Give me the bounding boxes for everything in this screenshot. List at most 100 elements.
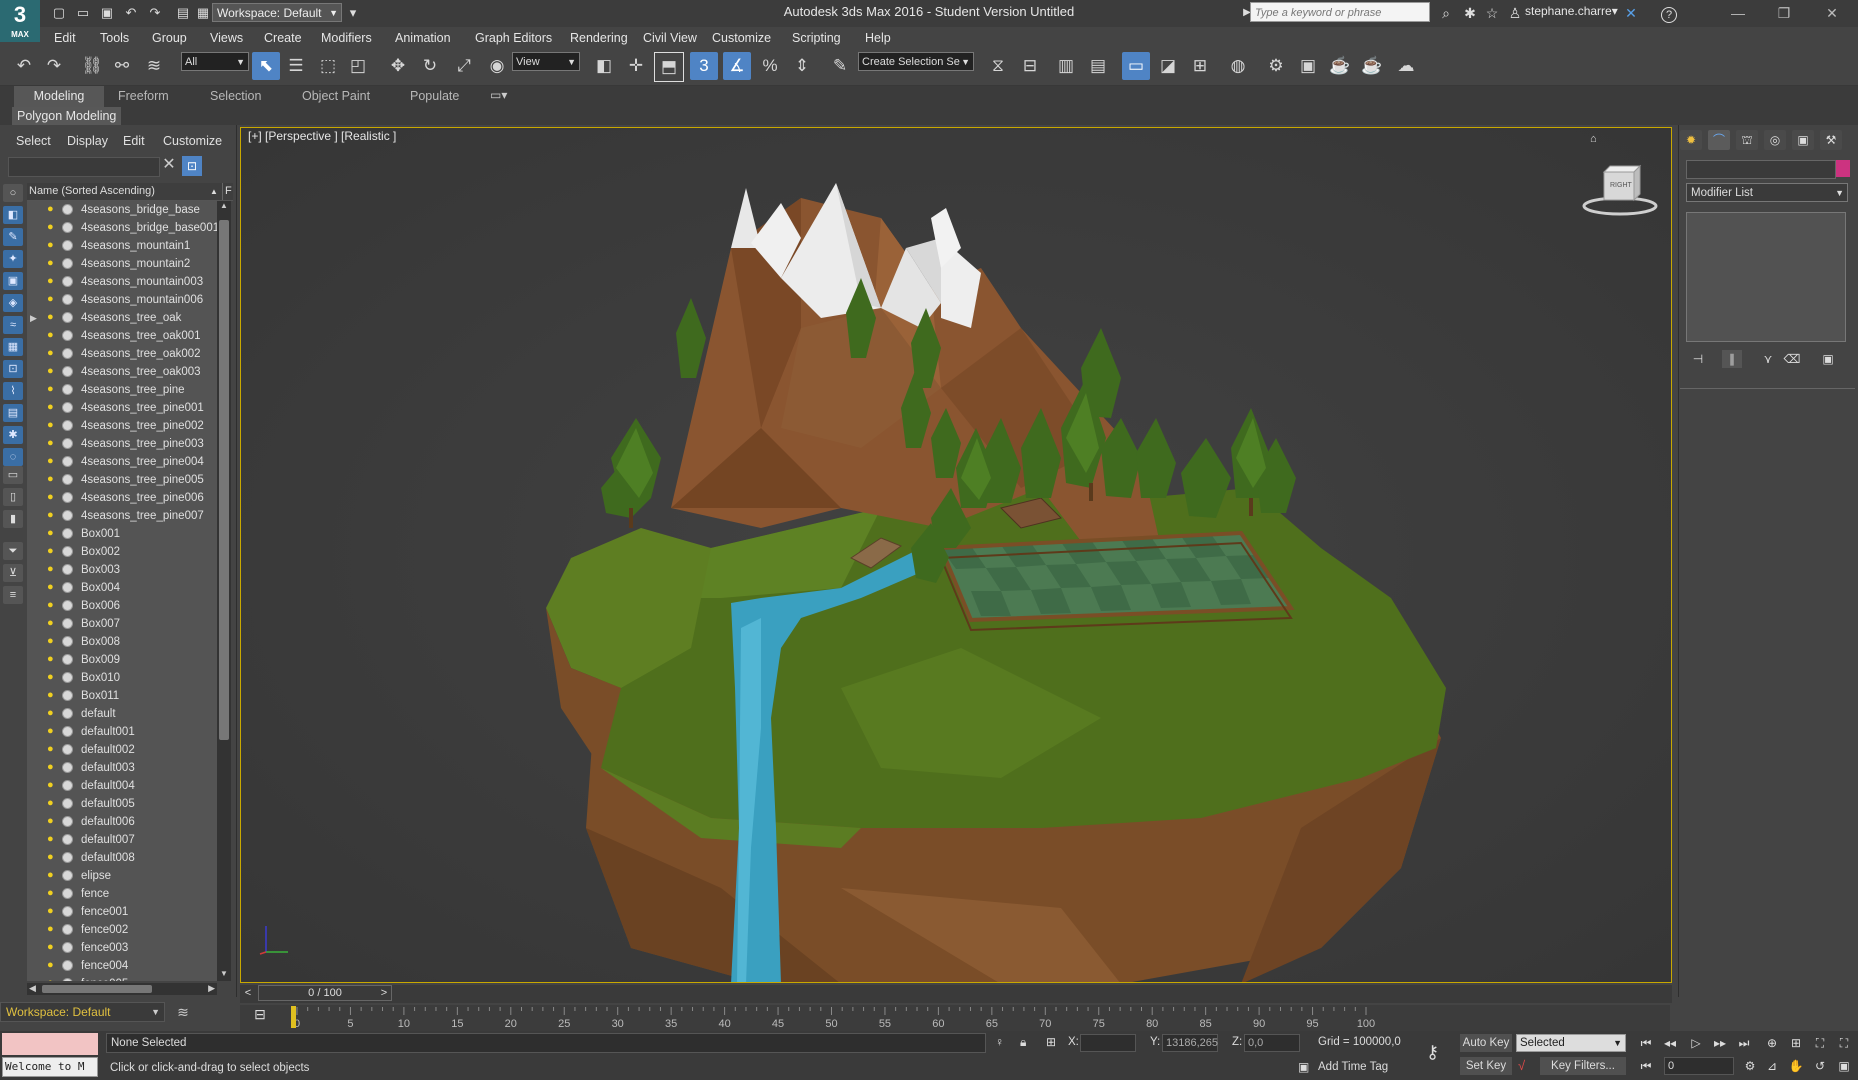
- list-item[interactable]: ● 4seasons_bridge_base001: [27, 219, 217, 237]
- maximize-icon[interactable]: ❐: [1764, 2, 1804, 24]
- zoom-extents-all-icon[interactable]: ⛶: [1834, 1034, 1854, 1052]
- z-coordinate-field[interactable]: 0,0: [1244, 1034, 1300, 1052]
- favorites-star-icon[interactable]: ☆: [1483, 4, 1501, 22]
- visibility-icon[interactable]: [62, 276, 73, 287]
- time-slider-track[interactable]: [240, 985, 1672, 1003]
- visibility-icon[interactable]: [62, 240, 73, 251]
- filter-toggle-icon[interactable]: ⊡: [182, 156, 202, 176]
- visibility-icon[interactable]: [62, 546, 73, 557]
- visibility-icon[interactable]: [62, 636, 73, 647]
- open-file-icon[interactable]: ▭: [74, 4, 92, 22]
- list-item[interactable]: ● Box011: [27, 687, 217, 705]
- list-item[interactable]: ● 4seasons_tree_pine006: [27, 489, 217, 507]
- motion-tab-icon[interactable]: ◎: [1764, 130, 1786, 150]
- visibility-icon[interactable]: [62, 420, 73, 431]
- scene-explorer-icon[interactable]: ▤: [1084, 52, 1112, 80]
- invert-display-icon[interactable]: ▮: [3, 510, 23, 528]
- visibility-icon[interactable]: [62, 222, 73, 233]
- zoom-extents-icon[interactable]: ⛶: [1810, 1034, 1830, 1052]
- visibility-icon[interactable]: [62, 438, 73, 449]
- home-icon[interactable]: ⌂: [1590, 133, 1597, 145]
- visibility-icon[interactable]: [62, 762, 73, 773]
- workspace-menu-icon[interactable]: ▾: [344, 4, 362, 22]
- key-mode-toggle-icon[interactable]: ⏮: [1636, 1057, 1656, 1075]
- pin-stack-icon[interactable]: ⊣: [1688, 350, 1708, 368]
- mirror-icon[interactable]: ⧖: [984, 52, 1012, 80]
- list-item[interactable]: ● 4seasons_tree_oak002: [27, 345, 217, 363]
- list-item[interactable]: ● 4seasons_tree_pine004: [27, 453, 217, 471]
- orbit-icon[interactable]: ↺: [1810, 1057, 1830, 1075]
- light-bulb-icon[interactable]: ●: [47, 275, 57, 287]
- align-icon[interactable]: ⊟: [1016, 52, 1044, 80]
- list-item[interactable]: ● Box002: [27, 543, 217, 561]
- light-bulb-icon[interactable]: ●: [47, 293, 57, 305]
- light-bulb-icon[interactable]: ●: [47, 257, 57, 269]
- help-search-input[interactable]: Type a keyword or phrase: [1250, 2, 1430, 22]
- display-containers-icon[interactable]: ▤: [3, 404, 23, 422]
- filter-icon[interactable]: ⏷: [3, 542, 23, 560]
- reference-coordinate-dropdown[interactable]: View ▼: [512, 52, 580, 71]
- display-geometry-icon[interactable]: ◧: [3, 206, 23, 224]
- help-icon[interactable]: ?: [1660, 4, 1678, 23]
- light-bulb-icon[interactable]: ●: [47, 941, 57, 953]
- ribbon-options-icon[interactable]: ▭▾: [490, 88, 507, 102]
- light-bulb-icon[interactable]: ●: [47, 437, 57, 449]
- list-item[interactable]: ● 4seasons_tree_pine003: [27, 435, 217, 453]
- viewport-label-menu[interactable]: [+] [Perspective ] [Realistic ]: [248, 129, 396, 143]
- display-all-icon[interactable]: ▭: [3, 466, 23, 484]
- edit-named-selection-icon[interactable]: ✎: [826, 52, 854, 80]
- user-icon[interactable]: ♙: [1506, 4, 1524, 22]
- object-color-swatch[interactable]: [1836, 160, 1850, 177]
- zoom-icon[interactable]: ⊕: [1762, 1034, 1782, 1052]
- close-icon[interactable]: ✕: [1812, 2, 1852, 24]
- display-tab-icon[interactable]: ▣: [1792, 130, 1814, 150]
- maxscript-mini-listener[interactable]: Welcome to M: [2, 1057, 98, 1077]
- list-item[interactable]: ● Box006: [27, 597, 217, 615]
- light-bulb-icon[interactable]: ●: [47, 563, 57, 575]
- light-bulb-icon[interactable]: ●: [47, 509, 57, 521]
- list-item[interactable]: ● fence005: [27, 975, 217, 981]
- display-cameras-icon[interactable]: ▣: [3, 272, 23, 290]
- name-column-header[interactable]: Name (Sorted Ascending): [27, 185, 155, 197]
- menu-tools[interactable]: Tools: [100, 27, 129, 49]
- light-bulb-icon[interactable]: ●: [47, 311, 57, 323]
- menu-scripting[interactable]: Scripting: [792, 27, 841, 49]
- visibility-icon[interactable]: [62, 960, 73, 971]
- light-bulb-icon[interactable]: ●: [47, 869, 57, 881]
- menu-views[interactable]: Views: [210, 27, 243, 49]
- light-bulb-icon[interactable]: ●: [47, 329, 57, 341]
- list-item[interactable]: ▶ ● 4seasons_tree_oak: [27, 309, 217, 327]
- visibility-icon[interactable]: [62, 906, 73, 917]
- light-bulb-icon[interactable]: ●: [47, 689, 57, 701]
- selection-lock-icon[interactable]: 🔒︎: [1020, 1035, 1026, 1050]
- light-bulb-icon[interactable]: ●: [47, 797, 57, 809]
- render-setup-icon[interactable]: ⚙: [1262, 52, 1290, 80]
- pivot-center-icon[interactable]: ◧: [590, 52, 618, 80]
- modifier-stack[interactable]: [1686, 212, 1846, 342]
- list-item[interactable]: ● default004: [27, 777, 217, 795]
- visibility-icon[interactable]: [62, 330, 73, 341]
- minimize-icon[interactable]: —: [1718, 2, 1758, 24]
- modify-tab-icon[interactable]: ⌒: [1708, 130, 1730, 150]
- play-icon[interactable]: ▷: [1686, 1034, 1706, 1052]
- list-item[interactable]: ● default005: [27, 795, 217, 813]
- list-item[interactable]: ● Box010: [27, 669, 217, 687]
- ribbon-tab-freeform[interactable]: Freeform: [104, 86, 183, 107]
- time-configuration-icon[interactable]: ⚙: [1740, 1057, 1760, 1075]
- filter-layer-icon[interactable]: ≡: [3, 586, 23, 604]
- visibility-icon[interactable]: [62, 294, 73, 305]
- project-folder-icon[interactable]: ▤: [174, 4, 192, 22]
- list-item[interactable]: ● fence003: [27, 939, 217, 957]
- list-item[interactable]: ● fence004: [27, 957, 217, 975]
- scroll-down-icon[interactable]: ▼: [217, 969, 231, 981]
- select-and-link-icon[interactable]: ⛓: [78, 52, 106, 80]
- menu-customize[interactable]: Customize: [712, 27, 771, 49]
- list-item[interactable]: ● Box001: [27, 525, 217, 543]
- list-item[interactable]: ● 4seasons_tree_pine002: [27, 417, 217, 435]
- display-helpers-icon[interactable]: ◈: [3, 294, 23, 312]
- light-bulb-icon[interactable]: ●: [47, 851, 57, 863]
- light-bulb-icon[interactable]: ●: [47, 815, 57, 827]
- previous-frame-icon[interactable]: ◂◂: [1660, 1034, 1680, 1052]
- key-filters-button[interactable]: Key Filters...: [1540, 1057, 1626, 1075]
- light-bulb-icon[interactable]: ●: [47, 365, 57, 377]
